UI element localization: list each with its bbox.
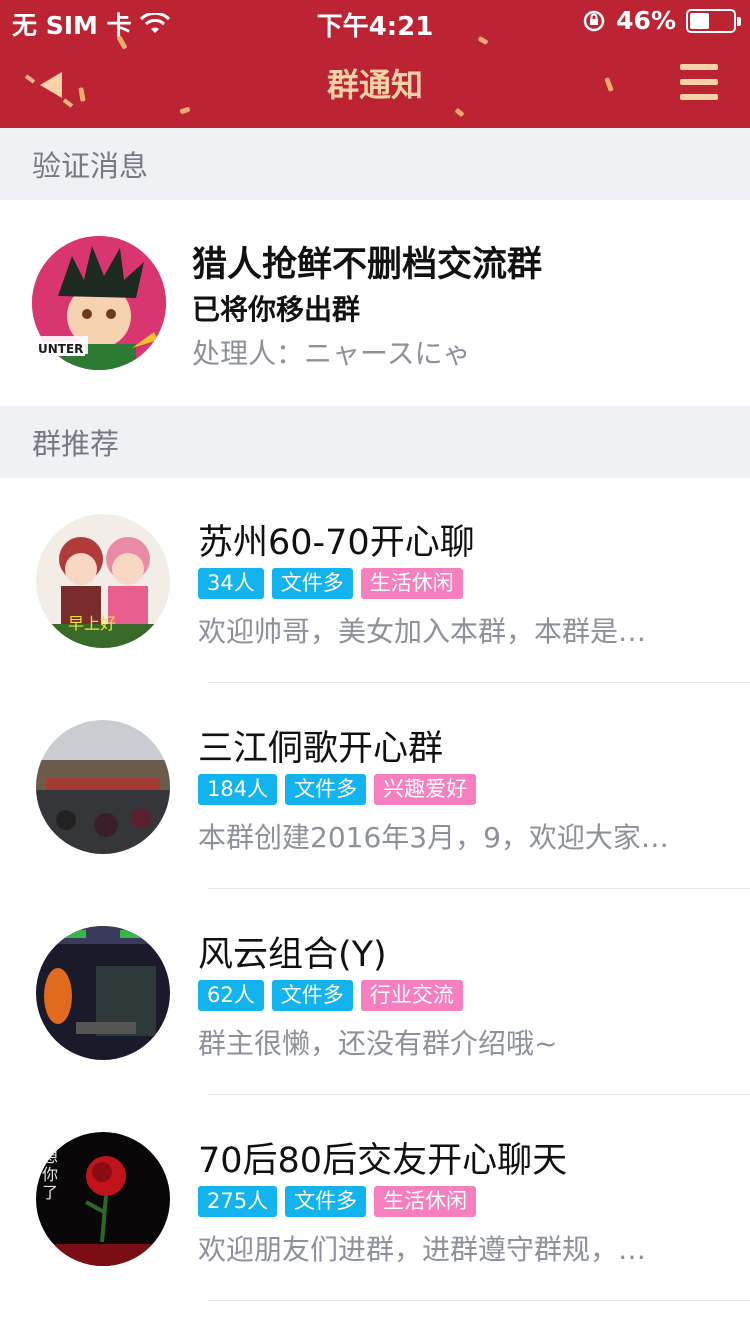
group-name: 苏州60-70开心聊 <box>198 523 475 563</box>
group-description: 本群创建2016年3月，9，欢迎大家… <box>198 821 669 854</box>
verification-action: 已将你移出群 <box>192 293 361 326</box>
verification-notice[interactable]: 猎人抢鲜不删档交流群 已将你移出群 处理人：ニャースにゃ UNTER <box>0 200 750 406</box>
confetti-decoration <box>179 106 191 115</box>
row-divider <box>208 888 750 889</box>
row-divider <box>208 1094 750 1095</box>
group-tags: 34人 文件多 生活休闲 <box>198 568 463 599</box>
group-name: 三江侗歌开心群 <box>198 729 444 769</box>
group-description: 群主很懒，还没有群介绍哦~ <box>198 1027 558 1060</box>
group-list-item[interactable]: 风云组合(Y) 62人 文件多 行业交流 群主很懒，还没有群介绍哦~ <box>0 890 750 1096</box>
group-tags: 184人 文件多 兴趣爱好 <box>198 774 477 805</box>
files-tag: 文件多 <box>285 774 367 805</box>
menu-bar <box>680 79 718 85</box>
back-arrow-icon[interactable] <box>20 62 80 108</box>
group-name: 70后80后交友开心聊天 <box>198 1141 568 1181</box>
section-title: 验证消息 <box>32 149 149 183</box>
member-count-tag: 62人 <box>198 980 264 1011</box>
group-avatar <box>36 720 170 854</box>
section-title: 群推荐 <box>32 427 120 461</box>
group-tags: 275人 文件多 生活休闲 <box>198 1186 477 1217</box>
group-description: 欢迎帅哥，美女加入本群，本群是… <box>198 615 647 648</box>
confetti-decoration <box>454 107 465 118</box>
category-tag: 兴趣爱好 <box>374 774 477 805</box>
menu-bar <box>680 64 718 70</box>
page-title: 群通知 <box>326 66 423 104</box>
category-tag: 生活休闲 <box>374 1186 477 1217</box>
group-tags: 62人 文件多 行业交流 <box>198 980 463 1011</box>
group-avatar <box>36 926 170 1060</box>
avatar-logo-text: UNTER <box>36 342 86 356</box>
battery-level <box>690 12 709 29</box>
member-count-tag: 275人 <box>198 1186 278 1217</box>
category-tag: 行业交流 <box>360 980 463 1011</box>
row-divider <box>208 1300 750 1301</box>
menu-bar <box>680 94 718 100</box>
group-description: 欢迎朋友们进群，进群遵守群规，… <box>198 1233 647 1266</box>
group-list-item[interactable]: 想你了 70后80后交友开心聊天 275人 文件多 生活休闲 欢迎朋友们进群，进… <box>0 1096 750 1302</box>
recommend-section-header: 群推荐 <box>0 406 750 478</box>
avatar-caption: 想你了 <box>42 1147 59 1202</box>
group-avatar: 早上好 <box>36 514 170 648</box>
group-list-item[interactable]: 早上好 苏州60-70开心聊 34人 文件多 生活休闲 欢迎帅哥，美女加入本群，… <box>0 478 750 684</box>
battery-icon <box>686 8 741 33</box>
crowd-photo-avatar <box>36 720 170 854</box>
status-right: 46% <box>582 6 741 35</box>
status-bar: 无 SIM 卡 下午4:21 46% <box>0 0 750 42</box>
app-header: 无 SIM 卡 下午4:21 46% 群通知 <box>0 0 750 128</box>
hamburger-menu-icon[interactable] <box>680 64 720 104</box>
game-screenshot-avatar <box>36 926 170 1060</box>
group-name: 风云组合(Y) <box>198 935 387 975</box>
row-divider <box>208 682 750 683</box>
avatar-caption: 早上好 <box>68 614 117 633</box>
battery-percent: 46% <box>616 6 676 35</box>
verification-group-name: 猎人抢鲜不删档交流群 <box>192 245 543 285</box>
category-tag: 生活休闲 <box>360 568 463 599</box>
files-tag: 文件多 <box>271 568 353 599</box>
confetti-decoration <box>604 77 614 92</box>
orientation-lock-icon <box>583 10 605 31</box>
files-tag: 文件多 <box>285 1186 367 1217</box>
group-list-item[interactable]: 三江侗歌开心群 184人 文件多 兴趣爱好 本群创建2016年3月，9，欢迎大家… <box>0 684 750 890</box>
verification-handler: 处理人：ニャースにゃ <box>192 337 471 370</box>
member-count-tag: 34人 <box>198 568 264 599</box>
files-tag: 文件多 <box>271 980 353 1011</box>
group-avatar: 想你了 <box>36 1132 170 1266</box>
member-count-tag: 184人 <box>198 774 278 805</box>
verification-section-header: 验证消息 <box>0 128 750 200</box>
